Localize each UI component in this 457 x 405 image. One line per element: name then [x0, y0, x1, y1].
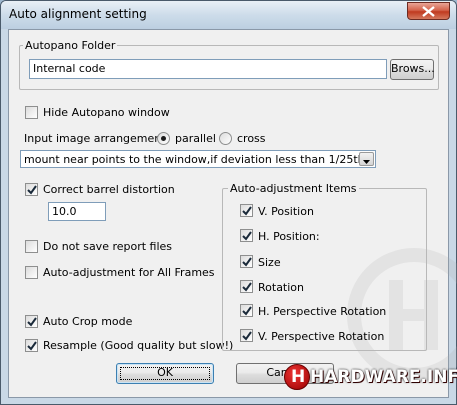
hide-autopano-label: Hide Autopano window [43, 106, 170, 119]
mount-points-select[interactable]: mount near points to the window,if devia… [20, 150, 376, 168]
auto-crop-label: Auto Crop mode [43, 315, 133, 328]
resample-checkbox[interactable] [25, 339, 38, 352]
checkmark-icon [27, 185, 37, 195]
hardware-info-watermark: H HARDWARE.INFO [284, 363, 457, 391]
v-perspective-rotation-checkbox[interactable] [240, 329, 253, 342]
checkmark-icon [27, 317, 37, 327]
checkmark-icon [242, 331, 252, 341]
window-title: Auto alignment setting [9, 7, 147, 21]
v-position-label: V. Position [258, 205, 314, 218]
no-report-label: Do not save report files [43, 240, 173, 253]
resample-label: Resample (Good quality but slow!) [43, 339, 234, 352]
checkmark-icon [27, 341, 37, 351]
dialog-window: Auto alignment setting Autopano Folder I… [0, 0, 457, 405]
ok-button[interactable]: OK [116, 363, 214, 384]
rotation-checkbox[interactable] [240, 280, 253, 293]
size-label: Size [258, 256, 281, 269]
h-perspective-rotation-checkbox[interactable] [240, 304, 253, 317]
h-position-checkbox[interactable] [240, 229, 253, 242]
close-icon [422, 6, 435, 17]
hide-autopano-checkbox[interactable] [25, 106, 38, 119]
close-button[interactable] [407, 2, 450, 20]
rotation-label: Rotation [258, 281, 305, 294]
checkmark-icon [242, 231, 252, 241]
mount-points-value: mount near points to the window,if devia… [24, 153, 364, 166]
size-checkbox[interactable] [240, 255, 253, 268]
v-position-checkbox[interactable] [240, 204, 253, 217]
radio-selected-dot [161, 136, 166, 141]
title-bar[interactable]: Auto alignment setting [1, 1, 456, 29]
browse-button[interactable]: Brows... [390, 59, 435, 80]
checkmark-icon [242, 206, 252, 216]
h-perspective-rotation-label: H. Perspective Rotation [258, 305, 387, 318]
v-perspective-rotation-label: V. Perspective Rotation [258, 330, 385, 343]
all-frames-label: Auto-adjustment for All Frames [43, 266, 215, 279]
h-position-label: H. Position: [258, 230, 320, 243]
logo-letter: H [291, 367, 306, 387]
auto-crop-checkbox[interactable] [25, 315, 38, 328]
barrel-distortion-value-field[interactable]: 10.0 [48, 202, 106, 221]
barrel-distortion-label: Correct barrel distortion [43, 183, 175, 196]
dropdown-arrow-button[interactable] [359, 152, 374, 166]
auto-adjustment-items-label: Auto-adjustment Items [228, 182, 359, 195]
parallel-radio[interactable] [157, 132, 170, 145]
cross-label: cross [237, 132, 266, 145]
focus-rectangle [120, 367, 210, 380]
chevron-down-icon [363, 160, 370, 164]
no-report-checkbox[interactable] [25, 240, 38, 253]
checkmark-icon [242, 282, 252, 292]
autopano-folder-field[interactable]: Internal code [29, 59, 387, 79]
autopano-folder-label: Autopano Folder [23, 39, 118, 52]
dialog-client-area: Autopano Folder Internal code Brows... H… [8, 29, 457, 398]
checkmark-icon [242, 306, 252, 316]
barrel-distortion-checkbox[interactable] [25, 183, 38, 196]
hardware-info-logo-icon: H [284, 364, 310, 390]
all-frames-checkbox[interactable] [25, 266, 38, 279]
checkmark-icon [242, 257, 252, 267]
parallel-label: parallel [175, 132, 216, 145]
arrangement-label: Input image arrangement: [24, 132, 170, 145]
cross-radio[interactable] [219, 132, 232, 145]
watermark-text: HARDWARE.INFO [310, 367, 457, 387]
